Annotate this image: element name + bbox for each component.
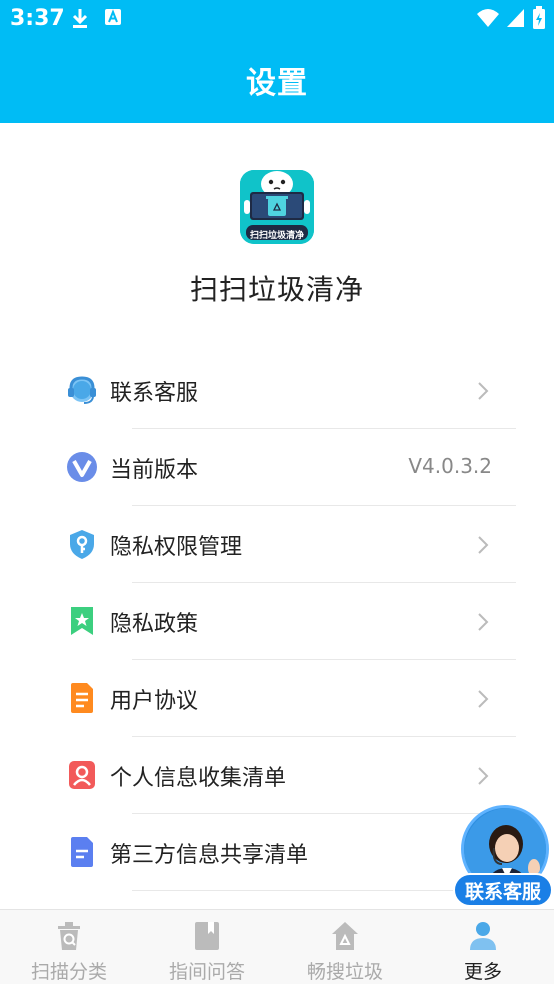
status-time: 3:37 [10, 6, 65, 31]
tab-qa[interactable]: 指间问答 [138, 910, 276, 984]
page-title: 设置 [246, 66, 308, 101]
person-card-icon [66, 759, 98, 791]
app-logo: 扫扫垃圾清净 [240, 170, 314, 244]
document-icon [66, 682, 98, 714]
chevron-right-icon [476, 380, 490, 402]
menu-item-label: 隐私政策 [110, 612, 199, 637]
tab-label: 更多 [463, 961, 502, 983]
menu-item-personal-info-list[interactable]: 个人信息收集清单 [0, 737, 554, 814]
menu-item-privacy-policy[interactable]: 隐私政策 [0, 583, 554, 660]
trash-scan-icon [55, 920, 83, 952]
app-name: 扫扫垃圾清净 [189, 273, 364, 306]
settings-content: 扫扫垃圾清净 扫扫垃圾清净 联系客服 当前版本 V4.0.3.2 隐私权限管理 … [0, 123, 554, 909]
file-list-icon [66, 836, 98, 868]
keyboard-a-icon [104, 7, 122, 31]
tab-label: 畅搜垃圾 [306, 961, 383, 983]
floating-contact-service-button[interactable]: 联系客服 [452, 805, 554, 909]
tab-label: 指间问答 [168, 961, 245, 983]
bookmark-star-icon [66, 605, 98, 637]
battery-icon [532, 6, 546, 34]
book-icon [193, 920, 221, 952]
chevron-right-icon [476, 611, 490, 633]
chevron-right-icon [476, 765, 490, 787]
person-icon [469, 920, 497, 952]
tab-more[interactable]: 更多 [414, 910, 552, 984]
menu-item-contact-service[interactable]: 联系客服 [0, 352, 554, 429]
menu-item-label: 当前版本 [110, 458, 199, 483]
shield-key-icon [66, 528, 98, 560]
menu-item-label: 第三方信息共享清单 [110, 843, 309, 868]
tab-scan-classify[interactable]: 扫描分类 [0, 910, 138, 984]
chevron-right-icon [476, 534, 490, 556]
menu-item-label: 联系客服 [110, 381, 199, 406]
menu-item-label: 隐私权限管理 [110, 535, 243, 560]
menu-item-user-agreement[interactable]: 用户协议 [0, 660, 554, 737]
version-icon [66, 451, 98, 483]
signal-icon [506, 7, 526, 33]
headset-icon [66, 374, 98, 406]
app-logo-text: 扫扫垃圾清净 [249, 231, 304, 241]
top-bar: 3:37 设置 [0, 0, 554, 123]
wifi-icon [476, 7, 500, 33]
tab-label: 扫描分类 [30, 961, 107, 983]
home-recycle-icon [331, 920, 359, 952]
menu-item-label: 个人信息收集清单 [110, 766, 287, 791]
floating-contact-service-label: 联系客服 [453, 873, 553, 907]
bottom-tab-bar: 扫描分类 指间问答 畅搜垃圾 更多 [0, 909, 554, 984]
status-bar: 3:37 [0, 0, 554, 38]
status-right-icons [476, 6, 546, 34]
download-icon [70, 7, 90, 33]
tab-search-garbage[interactable]: 畅搜垃圾 [276, 910, 414, 984]
version-value: V4.0.3.2 [408, 454, 492, 478]
menu-item-current-version[interactable]: 当前版本 V4.0.3.2 [0, 429, 554, 506]
chevron-right-icon [476, 688, 490, 710]
menu-item-label: 用户协议 [110, 689, 199, 714]
menu-item-privacy-permission[interactable]: 隐私权限管理 [0, 506, 554, 583]
